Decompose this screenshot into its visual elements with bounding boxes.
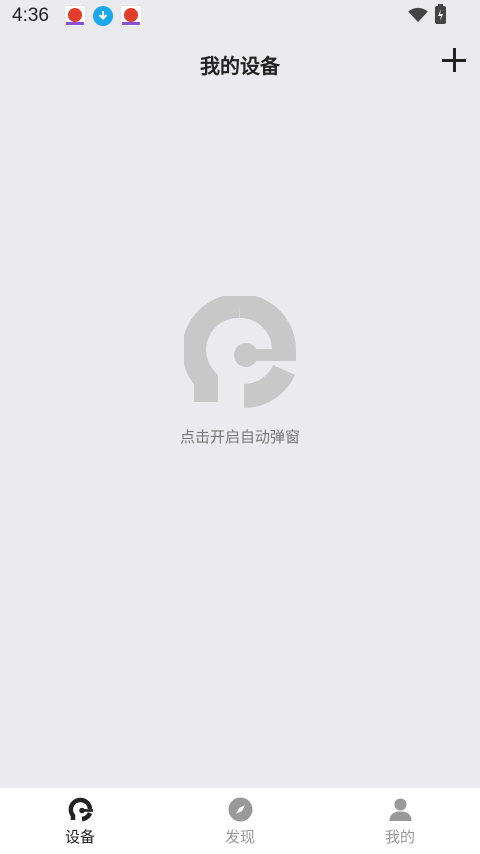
tab-devices[interactable]: 设备 bbox=[0, 788, 160, 854]
status-time: 4:36 bbox=[12, 5, 49, 26]
device-logo-icon[interactable] bbox=[184, 296, 296, 410]
app-header: 我的设备 bbox=[0, 32, 480, 96]
tab-label-devices: 设备 bbox=[64, 828, 95, 846]
tab-label-profile: 我的 bbox=[384, 828, 415, 846]
device-icon bbox=[68, 797, 93, 822]
empty-state: 点击开启自动弹窗 bbox=[0, 296, 480, 447]
news-app-notification-icon-2 bbox=[119, 5, 142, 27]
add-device-button[interactable] bbox=[442, 48, 468, 74]
page-title: 我的设备 bbox=[200, 54, 280, 78]
tab-discover[interactable]: 发现 bbox=[160, 788, 320, 854]
wifi-icon bbox=[408, 7, 428, 23]
battery-icon bbox=[435, 4, 446, 24]
download-notification-icon bbox=[92, 6, 113, 26]
person-icon bbox=[389, 798, 411, 821]
compass-icon bbox=[228, 797, 252, 822]
bottom-nav: 设备 发现 我的 bbox=[0, 788, 480, 854]
empty-state-message[interactable]: 点击开启自动弹窗 bbox=[180, 426, 300, 447]
tab-profile[interactable]: 我的 bbox=[320, 788, 480, 854]
tab-label-discover: 发现 bbox=[224, 828, 255, 846]
news-app-notification-icon bbox=[63, 5, 86, 27]
status-bar: 4:36 bbox=[0, 0, 480, 32]
status-indicators bbox=[407, 4, 446, 24]
